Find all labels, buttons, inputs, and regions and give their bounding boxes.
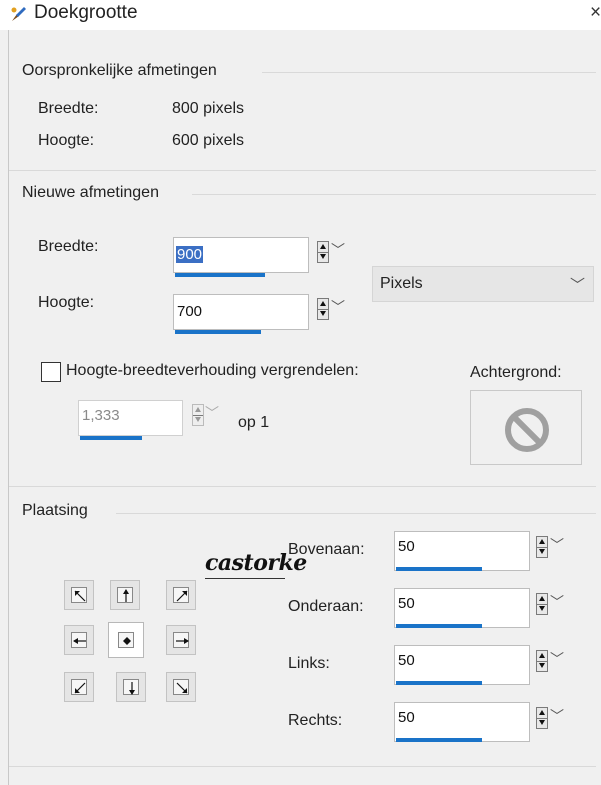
bottom-margin-input[interactable]: 50 — [394, 588, 530, 628]
new-width-value: 900 — [176, 246, 204, 263]
bottom-margin-label: Onderaan: — [288, 598, 364, 615]
arrow-right-icon — [176, 638, 189, 644]
original-width-label: Breedte: — [38, 100, 99, 117]
left-margin-label: Links: — [288, 655, 330, 672]
progress-bar — [396, 624, 482, 628]
chevron-down-icon[interactable]: ﹀ — [550, 595, 564, 609]
unit-select-value: Pixels — [380, 275, 423, 292]
progress-bar — [396, 567, 482, 571]
divider — [116, 513, 596, 514]
window-title: Doekgrootte — [34, 2, 138, 23]
anchor-bottom-left-button[interactable] — [64, 672, 94, 702]
anchor-center-button[interactable] — [108, 622, 144, 658]
group-new-title: Nieuwe afmetingen — [22, 184, 159, 201]
spin-arrows-icon[interactable] — [317, 298, 329, 320]
new-height-label: Hoogte: — [38, 294, 95, 311]
right-margin-label: Rechts: — [288, 712, 343, 729]
unit-select[interactable]: Pixels ﹀ — [372, 266, 594, 302]
new-height-spinner[interactable]: 700 ﹀ — [173, 294, 353, 334]
divider — [192, 194, 596, 195]
progress-bar — [80, 436, 142, 440]
anchor-left-button[interactable] — [64, 625, 94, 655]
ratio-input[interactable]: 1,333 — [78, 400, 183, 436]
new-height-input[interactable]: 700 — [173, 294, 309, 330]
arrow-down-right-icon — [176, 682, 188, 694]
background-color-swatch[interactable] — [470, 390, 582, 465]
new-width-label: Breedte: — [38, 238, 99, 255]
center-dot-icon — [123, 637, 131, 645]
anchor-bottom-button[interactable] — [116, 672, 146, 702]
arrow-down-left-icon — [74, 682, 86, 694]
progress-bar — [396, 738, 482, 742]
spin-arrows-icon[interactable] — [536, 593, 548, 615]
new-width-spinner[interactable]: 900 ﹀ — [173, 237, 353, 277]
anchor-top-right-button[interactable] — [166, 580, 196, 610]
ratio-spinner[interactable]: 1,333 ﹀ — [78, 400, 228, 440]
top-margin-input[interactable]: 50 — [394, 531, 530, 571]
right-margin-spinner[interactable]: 50 ﹀ — [394, 702, 574, 742]
chevron-down-icon[interactable]: ﹀ — [550, 709, 564, 723]
divider — [9, 486, 596, 487]
chevron-down-icon[interactable]: ﹀ — [205, 406, 219, 420]
chevron-down-icon[interactable]: ﹀ — [331, 300, 345, 314]
bottom-margin-value: 50 — [398, 595, 415, 612]
spin-arrows-icon[interactable] — [536, 707, 548, 729]
watermark-underline — [205, 578, 285, 579]
background-label: Achtergrond: — [470, 364, 562, 381]
spin-arrows-icon[interactable] — [536, 536, 548, 558]
spin-arrows-icon[interactable] — [536, 650, 548, 672]
top-margin-label: Bovenaan: — [288, 541, 365, 558]
left-margin-input[interactable]: 50 — [394, 645, 530, 685]
bottom-margin-spinner[interactable]: 50 ﹀ — [394, 588, 574, 628]
lock-ratio-checkbox[interactable] — [41, 362, 61, 382]
spin-arrows-icon[interactable] — [192, 404, 204, 426]
top-margin-spinner[interactable]: 50 ﹀ — [394, 531, 574, 571]
chevron-down-icon[interactable]: ﹀ — [550, 538, 564, 552]
lock-ratio-label: Hoogte-breedteverhouding vergrendelen: — [66, 362, 359, 379]
app-icon — [11, 7, 26, 21]
new-height-value: 700 — [177, 303, 203, 320]
left-margin-value: 50 — [398, 652, 415, 669]
group-placement-title: Plaatsing — [22, 502, 88, 519]
left-margin-spinner[interactable]: 50 ﹀ — [394, 645, 574, 685]
new-width-input[interactable]: 900 — [173, 237, 309, 273]
ratio-suffix: op 1 — [238, 414, 270, 431]
chevron-down-icon[interactable]: ﹀ — [331, 243, 345, 257]
progress-bar — [175, 273, 265, 277]
title-bar: Doekgrootte × — [0, 0, 601, 30]
anchor-top-left-button[interactable] — [64, 580, 94, 610]
group-original-title: Oorspronkelijke afmetingen — [22, 62, 217, 79]
divider — [9, 766, 596, 767]
canvas-size-dialog: Doekgrootte × Oorspronkelijke afmetingen… — [0, 0, 601, 785]
divider — [9, 170, 596, 171]
original-width-value: 800 pixels — [172, 100, 245, 117]
progress-bar — [175, 330, 261, 334]
arrow-down-icon — [129, 682, 135, 695]
chevron-down-icon: ﹀ — [569, 277, 585, 294]
original-height-value: 600 pixels — [172, 132, 245, 149]
divider — [262, 72, 596, 73]
ratio-value: 1,333 — [82, 407, 120, 424]
anchor-top-button[interactable] — [110, 580, 140, 610]
close-icon[interactable]: × — [590, 2, 601, 24]
arrow-left-icon — [73, 638, 86, 644]
progress-bar — [396, 681, 482, 685]
no-symbol-icon — [505, 408, 549, 452]
spin-arrows-icon[interactable] — [317, 241, 329, 263]
arrow-up-left-icon — [74, 590, 86, 602]
anchor-right-button[interactable] — [166, 625, 196, 655]
original-height-label: Hoogte: — [38, 132, 95, 149]
arrow-up-right-icon — [176, 590, 188, 602]
chevron-down-icon[interactable]: ﹀ — [550, 652, 564, 666]
right-margin-input[interactable]: 50 — [394, 702, 530, 742]
arrow-up-icon — [123, 589, 129, 602]
anchor-bottom-right-button[interactable] — [166, 672, 196, 702]
right-margin-value: 50 — [398, 709, 415, 726]
top-margin-value: 50 — [398, 538, 415, 555]
